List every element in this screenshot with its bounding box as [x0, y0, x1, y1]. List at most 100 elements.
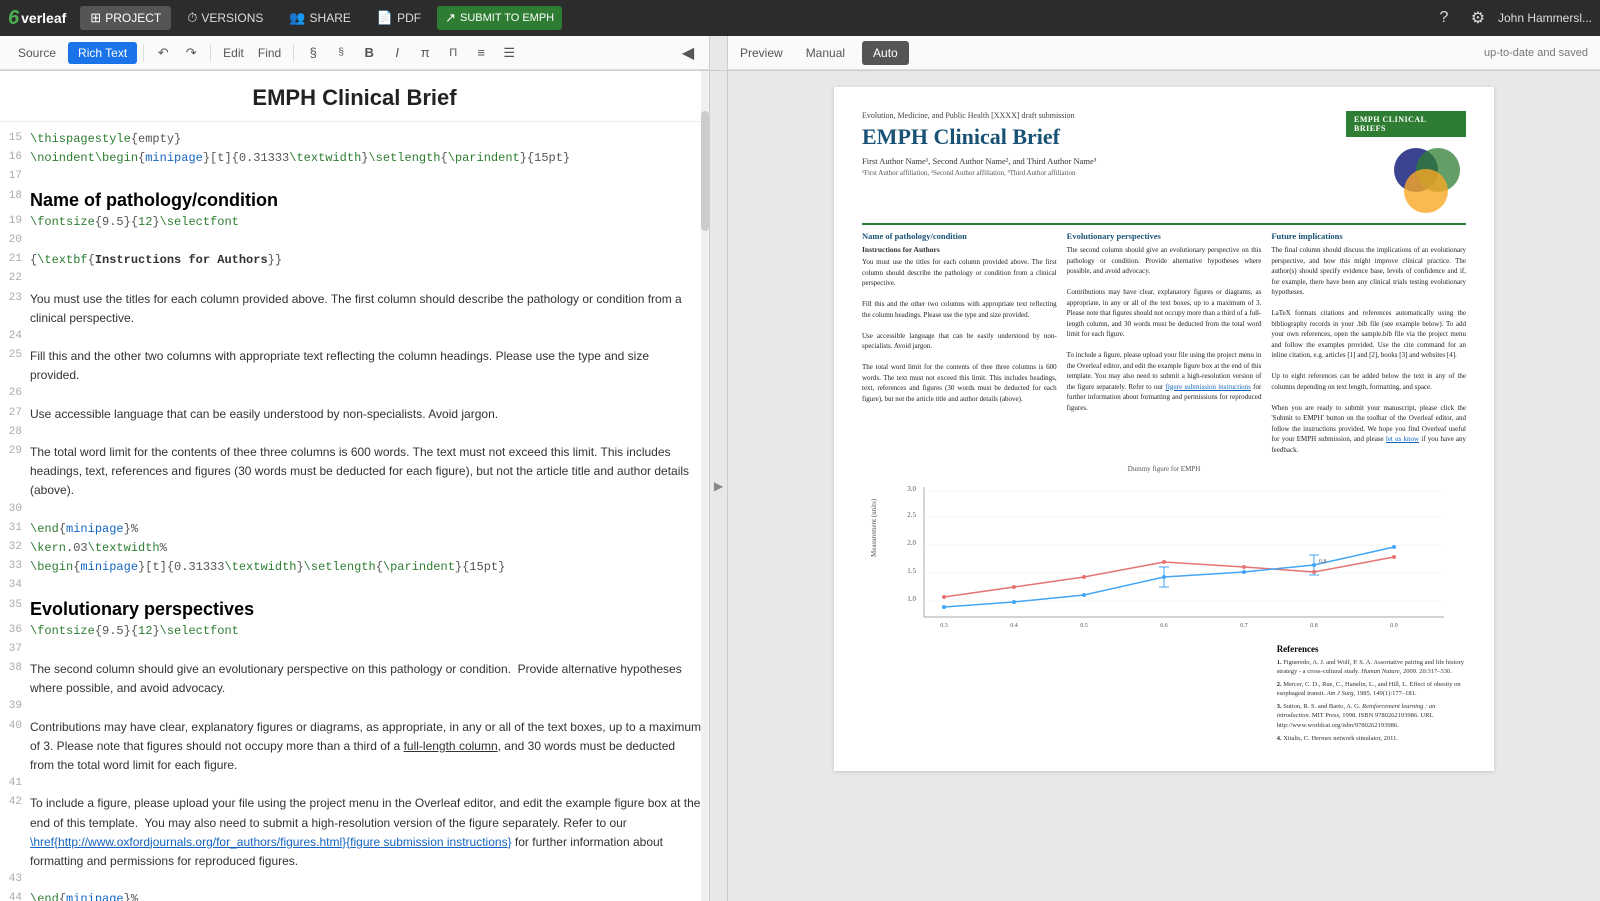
- editor-line: 36 \fontsize{9.5}{12}\selectfont: [0, 622, 701, 641]
- manual-tab[interactable]: Manual: [795, 41, 856, 65]
- editor-line: 41: [0, 775, 701, 794]
- editor-toolbar: Source Rich Text ↶ ↷ Edit Find § § B I π…: [0, 36, 710, 70]
- editor-line: 29 The total word limit for the contents…: [0, 443, 701, 501]
- ref-2: 2. Mercer, C. D., Rue, C., Hanelin, L., …: [1277, 680, 1466, 698]
- find-button[interactable]: Find: [252, 40, 287, 66]
- feedback-link[interactable]: let us know: [1386, 435, 1419, 443]
- svg-text:0.5: 0.5: [1080, 623, 1088, 629]
- svg-text:2.0: 2.0: [907, 539, 916, 547]
- references-content: References 1. Figueredo, A. J. and Wolf,…: [1267, 644, 1466, 747]
- editor-line: 24: [0, 328, 701, 347]
- share-label: SHARE: [310, 11, 351, 25]
- editor-line: 20: [0, 232, 701, 251]
- preview-pane[interactable]: Evolution, Medicine, and Public Health […: [728, 71, 1600, 901]
- editor-document-title: EMPH Clinical Brief: [0, 71, 709, 122]
- editor-line: 15 \thispagestyle{empty}: [0, 130, 701, 149]
- project-button[interactable]: ⊞ PROJECT: [80, 6, 171, 30]
- pi-button[interactable]: π: [412, 40, 438, 66]
- col1-subhead: Instructions for Authors: [862, 245, 1057, 254]
- editor-line: 32 \kern.03\textwidth%: [0, 539, 701, 558]
- project-label: PROJECT: [105, 11, 161, 25]
- preview-columns: Name of pathology/condition Instructions…: [862, 223, 1466, 455]
- preview-toolbar: Preview Manual Auto up-to-date and saved: [728, 36, 1600, 70]
- collapse-handle[interactable]: ▶: [710, 71, 728, 901]
- svg-text:0.8: 0.8: [1310, 623, 1318, 629]
- editor-content[interactable]: 15 \thispagestyle{empty} 16 \noindent\be…: [0, 122, 709, 901]
- pdf-label: PDF: [397, 11, 421, 25]
- list-ordered-button[interactable]: ≡: [468, 40, 494, 66]
- overleaf-logo[interactable]: 6 verleaf: [8, 7, 66, 30]
- bold-button[interactable]: B: [356, 40, 382, 66]
- editor-line: 30: [0, 501, 701, 520]
- source-tab[interactable]: Source: [8, 42, 66, 64]
- undo-button[interactable]: ↶: [150, 40, 176, 66]
- toolbar-divider-2: [210, 44, 211, 62]
- svg-text:1.5: 1.5: [907, 567, 916, 575]
- submit-button[interactable]: ↗ SUBMIT TO EMPH: [437, 6, 562, 30]
- svg-text:3.0: 3.0: [907, 485, 916, 493]
- preview-document-title: EMPH Clinical Brief: [862, 124, 1346, 150]
- share-icon: 👥: [289, 10, 305, 26]
- editor-line: 34: [0, 577, 701, 596]
- logo-text: verleaf: [21, 10, 66, 26]
- preview-status: up-to-date and saved: [1484, 47, 1588, 59]
- editor-line: 18 Name of pathology/condition: [0, 188, 701, 213]
- editor-line: 37: [0, 641, 701, 660]
- editor-line: 38 The second column should give an evol…: [0, 660, 701, 698]
- pdf-button[interactable]: 📄 PDF: [367, 6, 431, 30]
- editor-line: 27 Use accessible language that can be e…: [0, 405, 701, 424]
- logo-six: 6: [8, 7, 19, 30]
- versions-label: VERSIONS: [201, 11, 263, 25]
- preview-figure: Dummy figure for EMPH 3.0 2.5 2.0 1.5 1.…: [862, 465, 1466, 640]
- italic-button[interactable]: I: [384, 40, 410, 66]
- editor-line: 33 \begin{minipage}[t]{0.31333\textwidth…: [0, 558, 701, 577]
- redo-button[interactable]: ↷: [178, 40, 204, 66]
- col2-head: Evolutionary perspectives: [1067, 231, 1262, 241]
- editor-line: 25 Fill this and the other two columns w…: [0, 347, 701, 385]
- preview-journal-name: Evolution, Medicine, and Public Health […: [862, 111, 1346, 120]
- settings-button[interactable]: ⚙: [1464, 4, 1492, 32]
- venn-diagram: [1386, 145, 1466, 215]
- editor-line: 21 {\textbf{Instructions for Authors}}: [0, 251, 701, 270]
- editor-line: 43: [0, 871, 701, 890]
- versions-button[interactable]: ⏱ VERSIONS: [177, 6, 273, 30]
- ref-4: 4. Xitalis, C. Hermes network simulator,…: [1277, 734, 1466, 743]
- figure-chart: 3.0 2.5 2.0 1.5 1.0 Measurement (units): [862, 477, 1466, 637]
- figure-link[interactable]: figure submission instructions: [1165, 383, 1250, 391]
- section-small-btn[interactable]: §: [328, 40, 354, 66]
- editor-pane: EMPH Clinical Brief 15 \thispagestyle{em…: [0, 71, 710, 901]
- auto-tab[interactable]: Auto: [862, 41, 909, 65]
- main-layout: EMPH Clinical Brief 15 \thispagestyle{em…: [0, 71, 1600, 901]
- help-button[interactable]: ?: [1430, 4, 1458, 32]
- preview-header: Evolution, Medicine, and Public Health […: [862, 111, 1466, 215]
- preview-header-right: EMPH CLINICAL BRIEFS: [1346, 111, 1466, 215]
- editor-scrollbar[interactable]: [701, 71, 709, 901]
- svg-text:1.0: 1.0: [907, 595, 916, 603]
- editor-scrollbar-thumb[interactable]: [701, 111, 709, 231]
- figure-label: Dummy figure for EMPH: [862, 465, 1466, 473]
- rich-text-tab[interactable]: Rich Text: [68, 42, 137, 64]
- col2-text: The second column should give an evoluti…: [1067, 245, 1262, 413]
- editor-line: 17: [0, 168, 701, 187]
- pi-small-button[interactable]: Π: [440, 40, 466, 66]
- svg-text:0.3: 0.3: [940, 623, 948, 629]
- svg-text:Measurement (units): Measurement (units): [870, 498, 878, 557]
- share-button[interactable]: 👥 SHARE: [279, 6, 361, 30]
- editor-line: 31 \end{minipage}%: [0, 520, 701, 539]
- edit-button[interactable]: Edit: [217, 40, 250, 66]
- toolbar-divider-3: [293, 44, 294, 62]
- submit-label: SUBMIT TO EMPH: [460, 12, 554, 24]
- list-unordered-button[interactable]: ☰: [496, 40, 522, 66]
- preview-affiliations: ¹First Author affiliation, ²Second Autho…: [862, 169, 1346, 177]
- col3-text: The final column should discuss the impl…: [1271, 245, 1466, 455]
- collapse-editor-button[interactable]: ◀: [675, 40, 701, 66]
- section-symbol-btn[interactable]: §: [300, 40, 326, 66]
- preview-page: Evolution, Medicine, and Public Health […: [834, 87, 1494, 771]
- references-section: References 1. Figueredo, A. J. and Wolf,…: [862, 644, 1466, 747]
- editor-line: 39: [0, 698, 701, 717]
- user-name: John Hammersl...: [1498, 11, 1592, 25]
- editor-line: 44 \end{minipage}%: [0, 890, 701, 901]
- preview-col-1: Name of pathology/condition Instructions…: [862, 231, 1057, 455]
- editor-line: 26: [0, 385, 701, 404]
- preview-header-left: Evolution, Medicine, and Public Health […: [862, 111, 1346, 177]
